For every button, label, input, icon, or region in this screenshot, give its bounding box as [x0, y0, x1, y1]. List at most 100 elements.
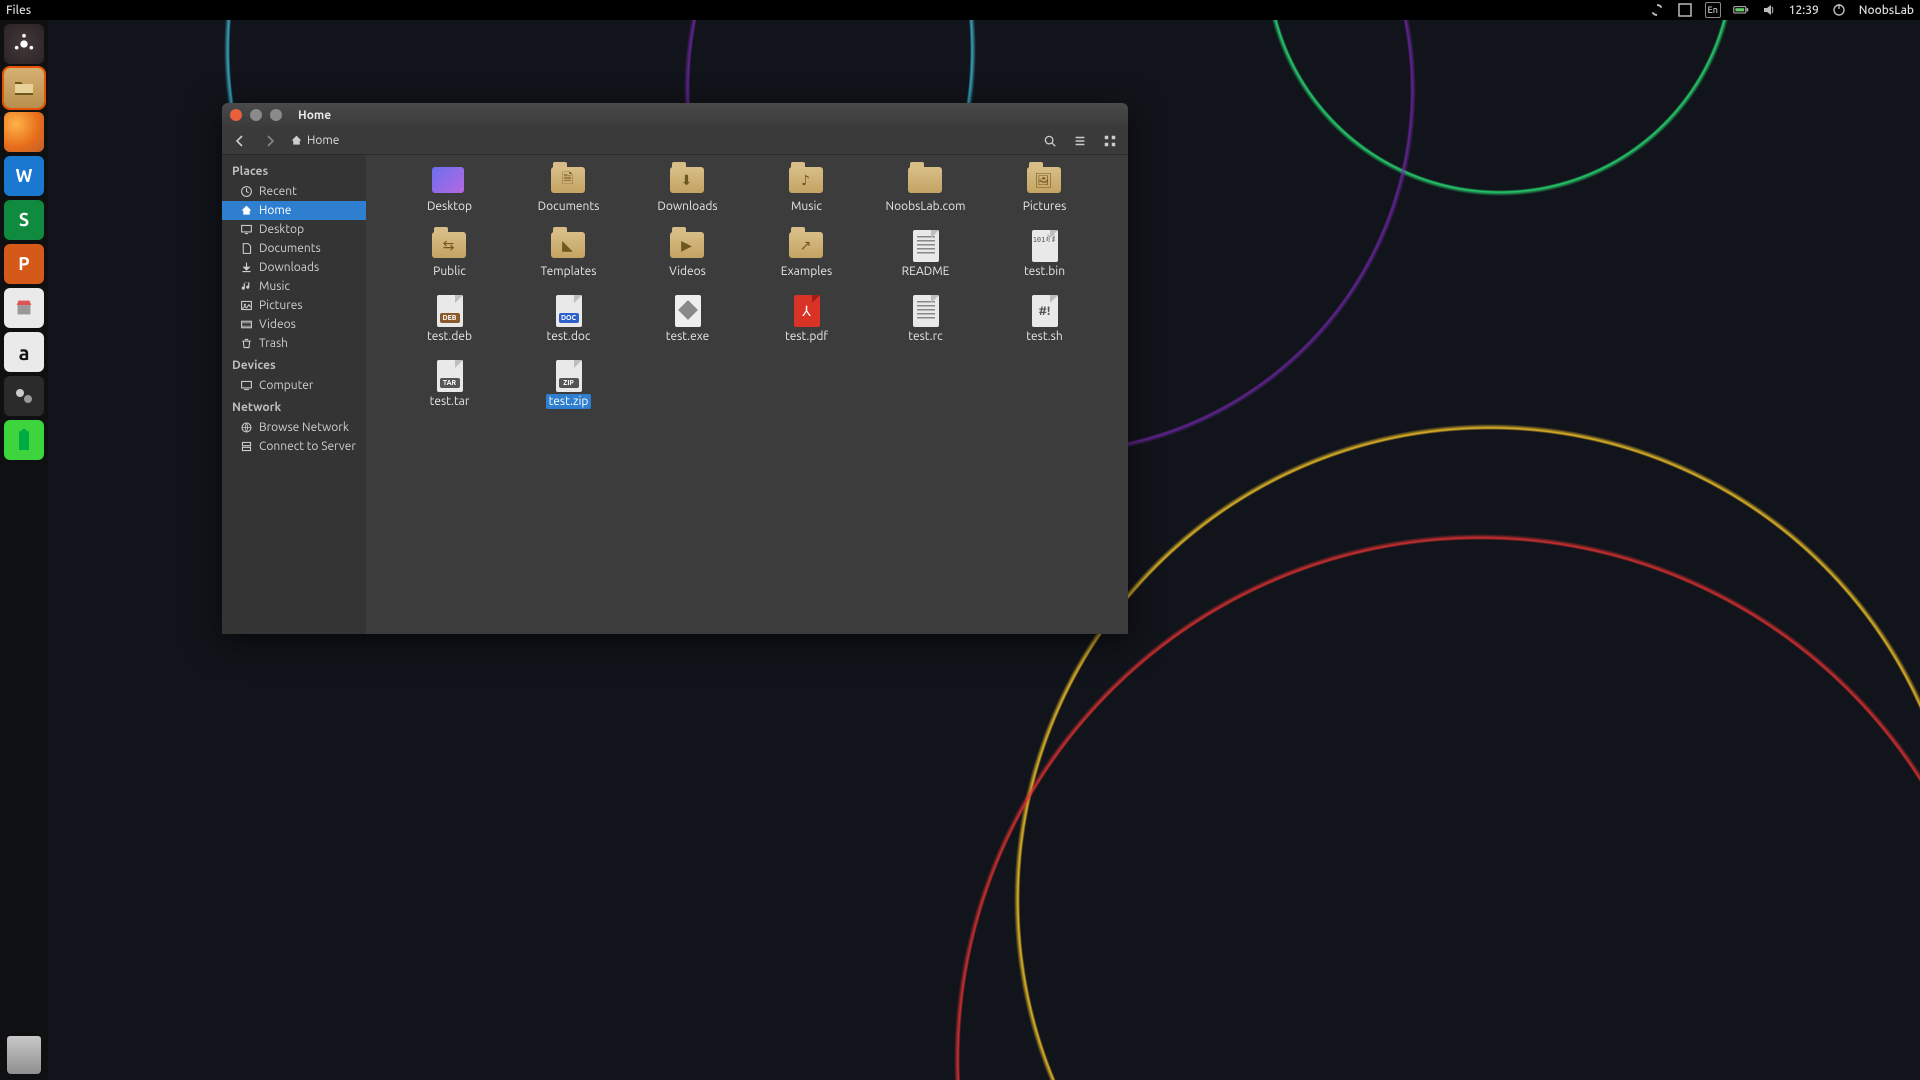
- window-maximize-button[interactable]: [270, 109, 282, 121]
- file-item-test-deb[interactable]: DEBtest.deb: [390, 295, 509, 344]
- folder-icon: ↗: [789, 232, 823, 258]
- file-label: test.doc: [544, 329, 594, 344]
- view-grid-button[interactable]: [1100, 131, 1120, 151]
- sidebar-item-label: Connect to Server: [259, 440, 356, 453]
- binary-file-icon: [1032, 230, 1058, 262]
- sidebar-network-heading: Network: [222, 395, 366, 418]
- text-file-icon: [913, 230, 939, 262]
- sidebar-item-documents[interactable]: Documents: [222, 239, 366, 258]
- file-label: Public: [430, 264, 469, 279]
- session-label[interactable]: NoobsLab: [1859, 4, 1914, 17]
- sidebar: Places RecentHomeDesktopDocumentsDownloa…: [222, 155, 366, 634]
- power-icon[interactable]: [1831, 2, 1847, 18]
- file-label: test.rc: [905, 329, 945, 344]
- breadcrumb-label: Home: [307, 134, 339, 147]
- search-button[interactable]: [1040, 131, 1060, 151]
- file-label: Desktop: [424, 199, 475, 214]
- file-item-test-pdf[interactable]: ⅄test.pdf: [747, 295, 866, 344]
- file-item-pictures[interactable]: 🖼Pictures: [985, 165, 1104, 214]
- file-item-downloads[interactable]: ⬇Downloads: [628, 165, 747, 214]
- sidebar-item-home[interactable]: Home: [222, 201, 366, 220]
- file-item-test-exe[interactable]: test.exe: [628, 295, 747, 344]
- sidebar-item-pictures[interactable]: Pictures: [222, 296, 366, 315]
- file-item-templates[interactable]: ◣Templates: [509, 230, 628, 279]
- window-titlebar[interactable]: Home: [222, 103, 1128, 127]
- launcher-trash[interactable]: [7, 1036, 41, 1074]
- archive-file-icon: TAR: [437, 360, 463, 392]
- sidebar-devices-heading: Devices: [222, 353, 366, 376]
- file-grid[interactable]: Desktop 🗎Documents⬇Downloads♪MusicNoobsLa…: [366, 155, 1128, 634]
- launcher-firefox[interactable]: [4, 112, 44, 152]
- file-item-test-rc[interactable]: test.rc: [866, 295, 985, 344]
- sidebar-item-downloads[interactable]: Downloads: [222, 258, 366, 277]
- file-item-test-zip[interactable]: ZIP test.zip: [509, 360, 628, 409]
- sidebar-item-music[interactable]: Music: [222, 277, 366, 296]
- file-label: Videos: [666, 264, 709, 279]
- sync-icon[interactable]: [1649, 2, 1665, 18]
- text-file-icon: [913, 295, 939, 327]
- view-list-button[interactable]: [1070, 131, 1090, 151]
- file-item-videos[interactable]: ▶ Videos: [628, 230, 747, 279]
- sidebar-item-label: Documents: [259, 242, 321, 255]
- sidebar-item-desktop[interactable]: Desktop: [222, 220, 366, 239]
- launcher-software-center[interactable]: [4, 288, 44, 328]
- launcher-files[interactable]: [4, 68, 44, 108]
- file-item-test-tar[interactable]: TAR test.tar: [390, 360, 509, 409]
- breadcrumb[interactable]: Home: [290, 134, 339, 147]
- file-label: Examples: [778, 264, 835, 279]
- file-label: test.tar: [427, 394, 473, 409]
- exe-file-icon: [675, 295, 701, 327]
- launcher-settings[interactable]: [4, 376, 44, 416]
- app-menu-label[interactable]: Files: [6, 4, 31, 17]
- launcher-power-stats[interactable]: [4, 420, 44, 460]
- file-label: Music: [788, 199, 825, 214]
- file-item-test-bin[interactable]: test.bin: [985, 230, 1104, 279]
- battery-icon[interactable]: [1733, 2, 1749, 18]
- sidebar-item-connect-to-server[interactable]: Connect to Server: [222, 437, 366, 456]
- pdf-file-icon: ⅄: [794, 295, 820, 327]
- sidebar-item-trash[interactable]: Trash: [222, 334, 366, 353]
- file-label: test.bin: [1021, 264, 1068, 279]
- file-item-music[interactable]: ♪Music: [747, 165, 866, 214]
- sidebar-item-label: Downloads: [259, 261, 319, 274]
- nav-forward-button[interactable]: [260, 131, 280, 151]
- file-item-documents[interactable]: 🗎Documents: [509, 165, 628, 214]
- launcher-writer[interactable]: W: [4, 156, 44, 196]
- archive-file-icon: ZIP: [556, 360, 582, 392]
- sidebar-item-recent[interactable]: Recent: [222, 182, 366, 201]
- top-panel: Files En 12:39 NoobsLab: [0, 0, 1920, 20]
- file-item-test-doc[interactable]: DOCtest.doc: [509, 295, 628, 344]
- folder-icon: ⇆: [432, 232, 466, 258]
- file-label: Templates: [538, 264, 600, 279]
- file-item-examples[interactable]: ↗ Examples: [747, 230, 866, 279]
- file-item-desktop[interactable]: Desktop: [390, 165, 509, 214]
- script-file-icon: [1032, 295, 1058, 327]
- file-item-noobslab-com[interactable]: NoobsLab.com: [866, 165, 985, 214]
- window-close-button[interactable]: [230, 109, 242, 121]
- window-minimize-button[interactable]: [250, 109, 262, 121]
- keyboard-layout-square-icon[interactable]: [1677, 2, 1693, 18]
- file-item-test-sh[interactable]: test.sh: [985, 295, 1104, 344]
- sidebar-item-label: Recent: [259, 185, 297, 198]
- launcher-calc[interactable]: S: [4, 200, 44, 240]
- volume-icon[interactable]: [1761, 2, 1777, 18]
- file-item-readme[interactable]: README: [866, 230, 985, 279]
- unity-launcher: W S P a: [0, 20, 48, 1080]
- file-manager-window: Home Home Places RecentHomeDesktopDocume…: [222, 103, 1128, 634]
- sidebar-item-videos[interactable]: Videos: [222, 315, 366, 334]
- nav-back-button[interactable]: [230, 131, 250, 151]
- launcher-impress[interactable]: P: [4, 244, 44, 284]
- sidebar-item-label: Videos: [259, 318, 296, 331]
- launcher-amazon[interactable]: a: [4, 332, 44, 372]
- sidebar-item-browse-network[interactable]: Browse Network: [222, 418, 366, 437]
- clock[interactable]: 12:39: [1789, 4, 1819, 17]
- file-label: test.zip: [546, 394, 592, 409]
- folder-icon: ⬇: [670, 167, 704, 193]
- folder-icon: ▶: [670, 232, 704, 258]
- file-item-public[interactable]: ⇆ Public: [390, 230, 509, 279]
- launcher-dash[interactable]: [4, 24, 44, 64]
- file-label: test.exe: [663, 329, 712, 344]
- file-label: test.deb: [424, 329, 475, 344]
- keyboard-layout-indicator[interactable]: En: [1705, 2, 1721, 18]
- sidebar-item-computer[interactable]: Computer: [222, 376, 366, 395]
